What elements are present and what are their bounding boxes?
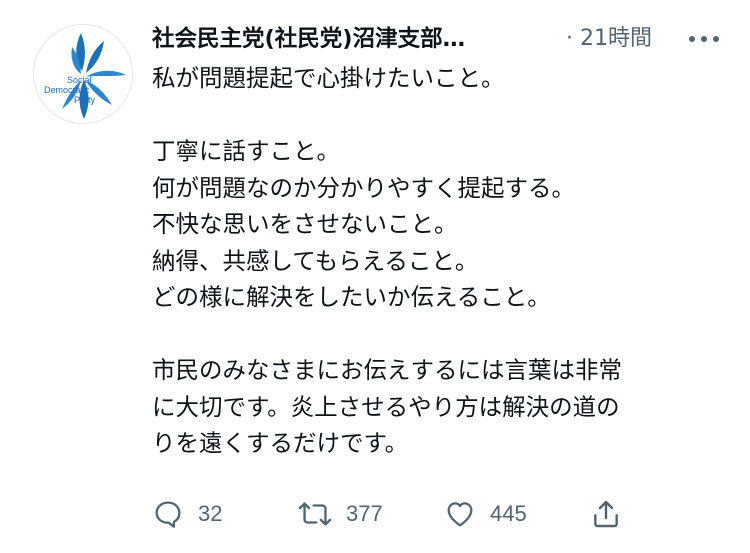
share-icon [594, 500, 618, 528]
retweet-count: 377 [346, 501, 383, 526]
share-button[interactable] [590, 494, 622, 534]
tweet[interactable]: Social Democratic Party 社会民主党(社民党)沼津支部… … [0, 0, 750, 553]
tweet-text: 私が問題提起で心掛けたいこと。 丁寧に話すこと。 何が問題なのか分かりやすく提起… [152, 60, 722, 462]
tweet-text-line: 私が問題提起で心掛けたいこと。 [152, 64, 505, 92]
logo-text-line: Democratic [44, 85, 90, 95]
reply-button[interactable]: 32 [152, 494, 222, 534]
tweet-text-line: 市民のみなさまにお伝えするには言葉は非常 [152, 356, 622, 384]
tweet-text-line: 納得、共感してもらえること。 [152, 246, 479, 275]
tweet-text-line: に大切です。炎上させるやり方は解決の道の [152, 392, 620, 421]
heart-icon [447, 502, 473, 527]
display-name[interactable]: 社会民主党(社民党)沼津支部… [152, 22, 465, 56]
tweet-text-line: 不快な思いをさせないこと。 [152, 210, 458, 238]
tweet-actions: 32 377 445 [152, 494, 642, 534]
timestamp[interactable]: · 21時間 [566, 22, 652, 56]
retweet-button[interactable]: 377 [298, 494, 383, 534]
reply-icon [155, 501, 181, 528]
like-count: 445 [490, 501, 527, 526]
tweet-header: 社会民主党(社民党)沼津支部… · 21時間 [152, 22, 722, 58]
tweet-text-line: どの様に解決をしたいか伝えること。 [152, 283, 551, 311]
like-button[interactable]: 445 [444, 494, 527, 534]
logo-text-line: Social [67, 75, 92, 85]
tweet-text-line: りを遠くするだけです。 [152, 429, 409, 457]
more-options-icon[interactable] [686, 26, 722, 52]
tweet-text-line: 丁寧に話すこと。 [152, 137, 340, 165]
reply-count: 32 [198, 501, 223, 526]
retweet-icon [298, 502, 332, 526]
tweet-text-line: 何が問題なのか分かりやすく提起する。 [152, 173, 575, 202]
logo-text-line: Party [74, 95, 96, 105]
avatar[interactable]: Social Democratic Party [33, 24, 133, 124]
